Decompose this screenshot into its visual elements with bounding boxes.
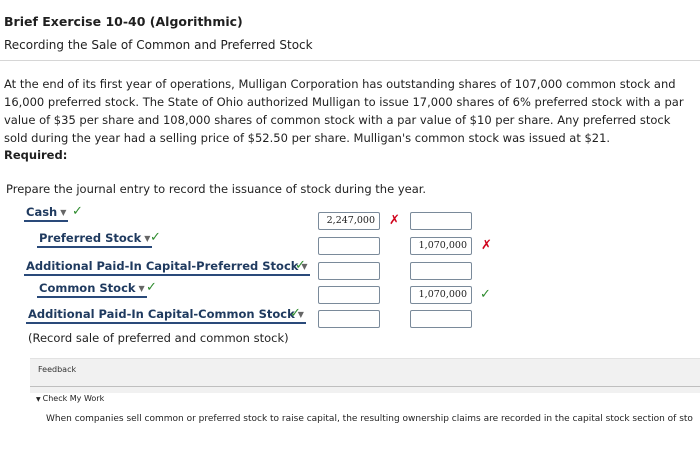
triangle-down-icon: ▼ — [36, 396, 41, 403]
account-label: Preferred Stock — [39, 231, 142, 245]
x-mark-icon: ✗ — [481, 238, 492, 253]
chevron-down-icon: ▼ — [60, 208, 67, 217]
credit-input-cash[interactable] — [410, 212, 472, 230]
debit-input-apic-preferred[interactable] — [318, 262, 380, 280]
account-select-common-stock[interactable]: Common Stock ▼ — [37, 281, 147, 298]
feedback-panel: Feedback — [30, 358, 700, 393]
account-select-apic-common[interactable]: Additional Paid-In Capital-Common Stock ▼ — [26, 307, 306, 324]
credit-input-preferred-stock[interactable]: 1,070,000 — [410, 237, 472, 255]
debit-input-common-stock[interactable] — [318, 286, 380, 304]
x-mark-icon: ✗ — [389, 213, 400, 228]
checkmark-icon: ✓ — [146, 280, 157, 295]
feedback-divider — [30, 386, 700, 387]
checkmark-icon: ✓ — [480, 287, 491, 302]
feedback-text: When companies sell common or preferred … — [46, 414, 693, 424]
checkmark-icon: ✓ — [72, 204, 83, 219]
exercise-subtitle: Recording the Sale of Common and Preferr… — [4, 38, 313, 52]
feedback-label: Feedback — [38, 365, 77, 374]
header-divider — [0, 60, 700, 61]
account-label: Cash — [26, 205, 58, 219]
required-label: Required: — [4, 148, 68, 162]
checkmark-icon: ✓ — [295, 258, 306, 273]
exercise-title: Brief Exercise 10-40 (Algorithmic) — [4, 14, 243, 29]
account-label: Additional Paid-In Capital-Preferred Sto… — [26, 259, 299, 273]
checkmark-icon: ✓ — [150, 230, 161, 245]
debit-input-cash[interactable]: 2,247,000 — [318, 212, 380, 230]
check-my-work-toggle[interactable]: ▼ Check My Work — [36, 394, 104, 403]
credit-input-common-stock[interactable]: 1,070,000 — [410, 286, 472, 304]
debit-input-preferred-stock[interactable] — [318, 237, 380, 255]
credit-input-apic-preferred[interactable] — [410, 262, 472, 280]
checkmark-icon: ✓ — [290, 306, 301, 321]
account-label: Additional Paid-In Capital-Common Stock — [28, 307, 295, 321]
credit-input-apic-common[interactable] — [410, 310, 472, 328]
account-label: Common Stock — [39, 281, 136, 295]
chevron-down-icon: ▼ — [138, 284, 145, 293]
required-prompt: Prepare the journal entry to record the … — [6, 182, 427, 196]
account-select-preferred-stock[interactable]: Preferred Stock ▼ — [37, 231, 153, 248]
problem-statement: At the end of its first year of operatio… — [4, 77, 684, 145]
debit-input-apic-common[interactable] — [318, 310, 380, 328]
account-select-apic-preferred[interactable]: Additional Paid-In Capital-Preferred Sto… — [24, 259, 310, 276]
entry-note: (Record sale of preferred and common sto… — [28, 331, 289, 345]
account-select-cash[interactable]: Cash ▼ — [24, 205, 69, 222]
check-my-work-label: Check My Work — [42, 394, 105, 403]
